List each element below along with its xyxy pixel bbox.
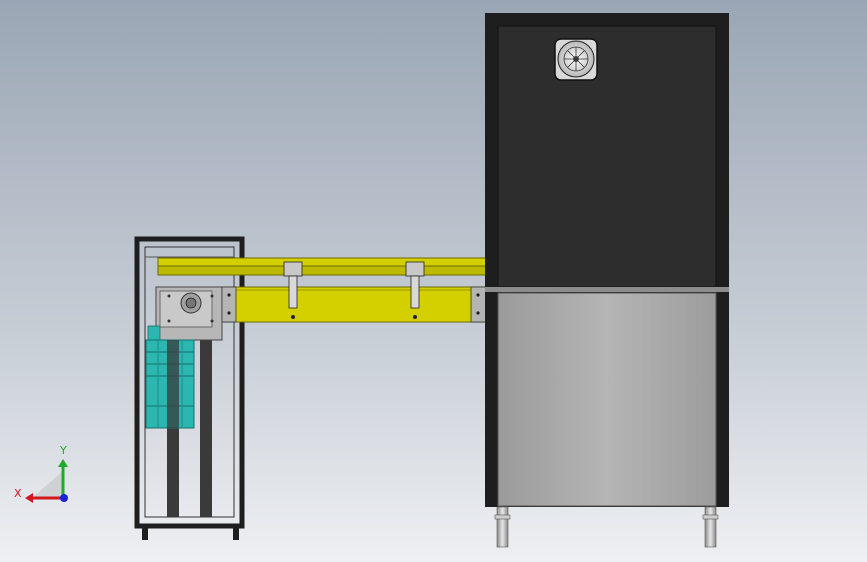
rail-end-plate-left (221, 286, 237, 323)
fan-icon (554, 38, 598, 81)
left-frame-post-2 (200, 340, 212, 517)
coordinate-triad: Y X (14, 444, 68, 503)
z-axis-dot (60, 494, 68, 502)
x-axis-label: X (14, 487, 22, 500)
viewport-background (0, 0, 867, 562)
cabinet-upper-panel (497, 25, 717, 288)
bottom-rail (221, 286, 487, 323)
cabinet-divider (485, 287, 729, 292)
y-axis-label: Y (59, 444, 67, 457)
cabinet-leg-right (704, 506, 717, 548)
left-frame-leg-right (233, 526, 239, 540)
triad-base-shadow (32, 470, 64, 498)
rail-end-plate-right (470, 286, 487, 323)
top-rail (157, 257, 489, 267)
cabinet-lower-panel (497, 292, 717, 507)
left-frame-leg-left (142, 526, 148, 540)
cabinet-leg-left (496, 506, 509, 548)
right-cabinet[interactable] (485, 13, 729, 548)
cad-viewport[interactable] (0, 0, 867, 562)
